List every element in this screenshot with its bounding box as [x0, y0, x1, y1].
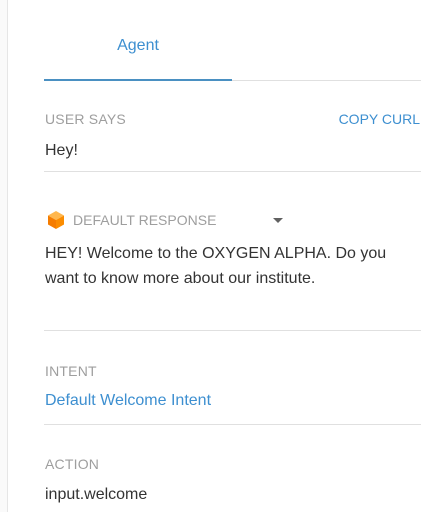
panel-left-border — [0, 0, 8, 512]
chevron-down-icon[interactable] — [273, 218, 283, 223]
user-says-label: USER SAYS — [45, 111, 126, 127]
tab-agent-label: Agent — [117, 37, 159, 54]
tab-agent[interactable]: Agent — [44, 0, 232, 81]
divider — [44, 424, 421, 425]
default-response-header: DEFAULT RESPONSE — [47, 208, 216, 232]
intent-link[interactable]: Default Welcome Intent — [45, 392, 211, 410]
divider — [44, 171, 421, 172]
cube-icon — [47, 210, 65, 230]
action-label: ACTION — [45, 456, 100, 472]
default-response-text: HEY! Welcome to the OXYGEN ALPHA. Do you… — [45, 245, 387, 287]
agent-test-panel: Agent USER SAYS COPY CURL Hey! DEFAULT R… — [0, 0, 447, 512]
intent-label: INTENT — [45, 363, 97, 379]
copy-curl-button[interactable]: COPY CURL — [339, 111, 420, 127]
tab-bar: Agent — [44, 0, 421, 81]
default-response-label: DEFAULT RESPONSE — [73, 212, 217, 228]
user-says-value: Hey! — [45, 142, 78, 159]
action-value: input.welcome — [45, 486, 148, 503]
divider — [44, 330, 421, 331]
